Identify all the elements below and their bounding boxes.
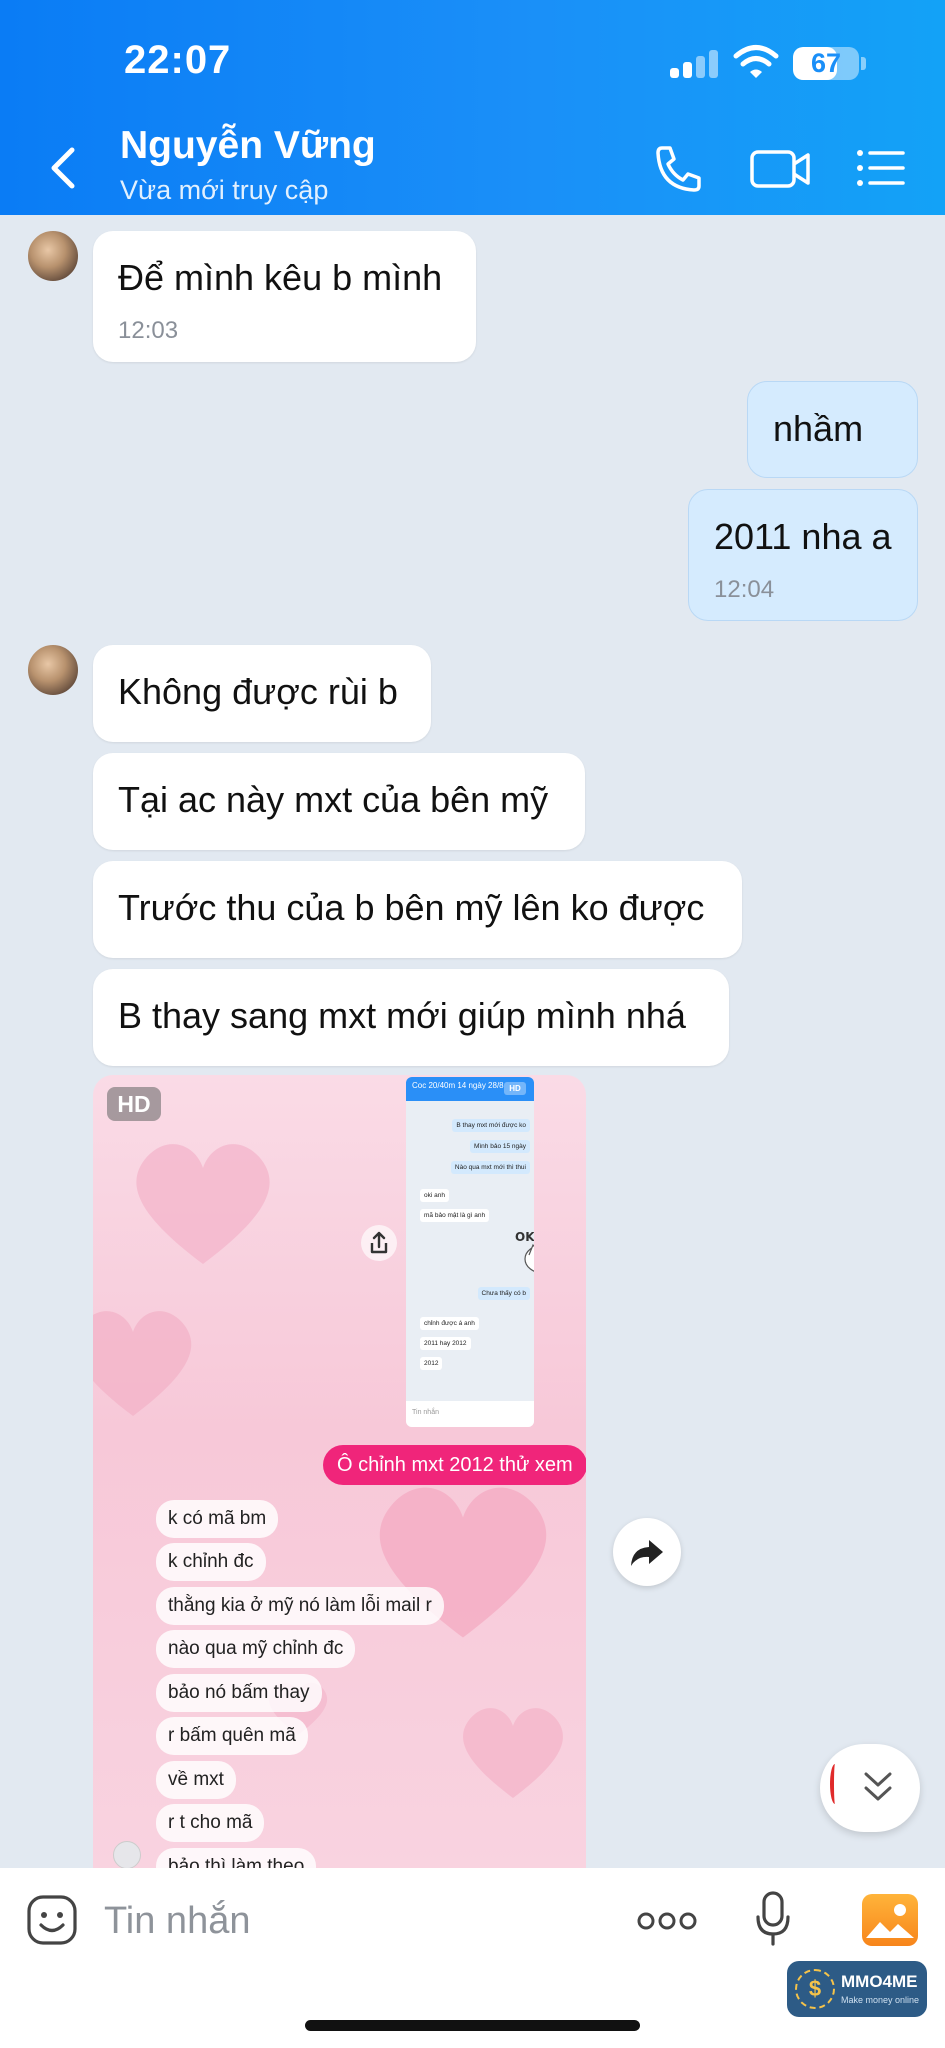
watermark-subtitle: Make money online <box>841 1995 920 2005</box>
battery-tip <box>861 57 866 70</box>
hd-badge: HD <box>107 1087 161 1121</box>
back-chevron-icon[interactable] <box>40 140 90 196</box>
image-chat-chip: về mxt <box>156 1761 236 1799</box>
cellular-signal-icon <box>670 48 720 78</box>
message-bubble-incoming[interactable]: B thay sang mxt mới giúp mình nhá <box>93 969 729 1066</box>
message-bubble-incoming[interactable]: Không được rùi b <box>93 645 431 742</box>
message-bubble-outgoing[interactable]: nhầm <box>747 381 918 478</box>
status-bar-time: 22:07 <box>124 38 232 82</box>
nested-bubble: Mình bảo 15 ngày <box>469 1140 530 1153</box>
nested-bubble: 2012 <box>420 1357 443 1370</box>
nested-hd-badge: HD <box>504 1082 526 1095</box>
contact-avatar[interactable] <box>26 643 80 697</box>
message-text: B thay sang mxt mới giúp mình nhá <box>118 995 686 1036</box>
image-chat-chip: k chỉnh đc <box>156 1543 266 1581</box>
dollar-icon: $ <box>795 1969 835 2009</box>
image-pink-message: Ô chỉnh mxt 2012 thử xem <box>323 1445 586 1485</box>
scroll-to-bottom-button[interactable] <box>820 1744 920 1832</box>
nested-input: Tin nhắn <box>406 1401 534 1427</box>
image-mini-avatar <box>113 1841 141 1868</box>
phone-icon[interactable] <box>648 140 708 196</box>
message-time: 12:03 <box>118 317 179 344</box>
contact-status: Vừa mới truy cập <box>120 175 329 205</box>
menu-list-icon[interactable] <box>853 140 913 196</box>
nested-bubble: chỉnh được á anh <box>420 1317 479 1330</box>
battery-icon: 67 <box>793 47 859 80</box>
microphone-icon[interactable] <box>755 1890 791 1948</box>
wifi-icon <box>733 45 779 78</box>
message-bubble-outgoing[interactable]: 2011 nha a 12:04 <box>688 489 918 621</box>
heart-decoration <box>136 1144 270 1264</box>
double-chevron-down-icon <box>864 1772 892 1801</box>
message-text: 2011 nha a <box>714 516 892 557</box>
message-bubble-incoming[interactable]: Để mình kêu b mình 12:03 <box>93 231 476 362</box>
message-input[interactable] <box>104 1896 604 1946</box>
share-icon[interactable] <box>361 1225 397 1261</box>
heart-decoration <box>93 1311 192 1416</box>
message-text: Không được rùi b <box>118 671 398 712</box>
contact-name[interactable]: Nguyễn Vững <box>120 124 376 168</box>
emoji-icon[interactable] <box>26 1894 78 1946</box>
more-dots-icon[interactable] <box>636 1906 698 1936</box>
photo-gallery-icon[interactable] <box>862 1894 918 1946</box>
video-camera-icon[interactable] <box>748 140 814 196</box>
heart-decoration <box>463 1708 563 1798</box>
nested-bubble: oki anh <box>420 1189 449 1202</box>
nested-bubble: mã bảo mật là gì anh <box>420 1209 490 1222</box>
message-text: Để mình kêu b mình <box>118 257 443 298</box>
message-text: nhầm <box>773 408 864 449</box>
message-time: 12:04 <box>714 576 775 603</box>
message-bubble-incoming[interactable]: Tại ac này mxt của bên mỹ <box>93 753 585 850</box>
nested-bubble: Chưa thấy có b <box>477 1287 530 1300</box>
nested-bubble: 2011 hay 2012 <box>420 1337 471 1350</box>
message-bubble-incoming[interactable]: Trước thu của b bên mỹ lên ko được <box>93 861 742 958</box>
watermark-title: MMO4ME <box>841 1972 918 1991</box>
image-message[interactable]: HD Coc 20/40m 14 ngày 28/8 HD B thay mxt… <box>93 1075 586 1868</box>
home-indicator <box>305 2020 640 2031</box>
image-chat-chip: thằng kia ở mỹ nó làm lỗi mail r <box>156 1587 444 1625</box>
forward-icon[interactable] <box>613 1518 681 1586</box>
unread-indicator <box>830 1764 840 1804</box>
image-chat-chip: r bấm quên mã <box>156 1717 308 1755</box>
message-input-bar: $ MMO4ME Make money online <box>0 1868 945 2048</box>
ok-cat-sticker: OK <box>515 1230 534 1272</box>
nested-bubble: B thay mxt mới được ko <box>452 1119 530 1132</box>
image-chat-chip: r t cho mã <box>156 1804 265 1842</box>
chat-header: 22:07 67 Nguyễn Vững Vừa mới truy cập <box>0 0 945 215</box>
image-chat-chip: k có mã bm <box>156 1500 279 1538</box>
nested-bubble: Nào qua mxt mới thì thui <box>450 1161 530 1174</box>
image-chat-chip: nào qua mỹ chỉnh đc <box>156 1630 356 1668</box>
message-text: Trước thu của b bên mỹ lên ko được <box>118 887 705 928</box>
mmo4me-watermark: $ MMO4ME Make money online <box>787 1961 927 2017</box>
sticker-text: OK <box>515 1230 534 1244</box>
contact-avatar[interactable] <box>26 229 80 283</box>
message-text: Tại ac này mxt của bên mỹ <box>118 779 549 820</box>
nested-chat-screenshot: Coc 20/40m 14 ngày 28/8 HD B thay mxt mớ… <box>406 1077 534 1427</box>
photo-gallery-glyph <box>866 1904 914 1938</box>
image-chat-chip: bảo thì làm theo <box>156 1848 317 1868</box>
image-chat-chip: bảo nó bấm thay <box>156 1674 322 1712</box>
battery-level: 67 <box>810 48 842 78</box>
